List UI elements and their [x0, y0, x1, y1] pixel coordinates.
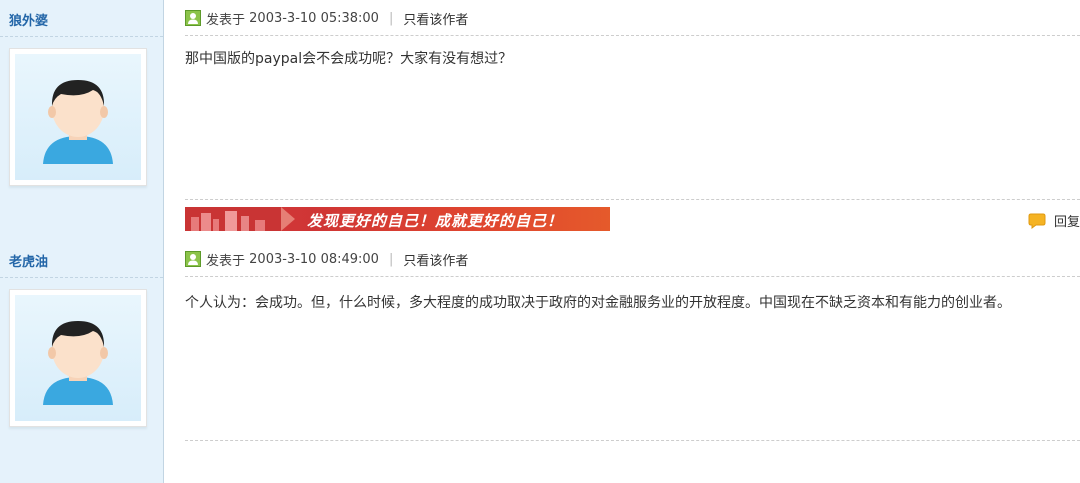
ad-banner[interactable]: 发现更好的自己！成就更好的自己！: [185, 207, 610, 231]
footer-divider: [185, 199, 1080, 200]
post-main: 发表于 2003-3-10 05:38:00 | 只看该作者 那中国版的payp…: [185, 0, 1080, 242]
user-online-icon: [185, 251, 201, 267]
meta-divider: |: [388, 251, 394, 267]
author-sidebar: 狼外婆: [0, 0, 164, 242]
author-link[interactable]: 老虎油: [9, 251, 48, 270]
post-1: 狼外婆 发表于 2003-3-10 05:38:00 | 只看该作者 那中国版的…: [0, 0, 1080, 242]
post-content: 个人认为：会成功。但，什么时候，多大程度的成功取决于政府的对金融服务业的开放程度…: [185, 295, 1011, 311]
reply-bubble-icon: [1028, 213, 1046, 229]
post-2: 老虎油 发表于 2003-3-10 08:49:00 | 只看该作者 个人认为：…: [0, 241, 1080, 483]
header-divider: [185, 35, 1080, 36]
author-sidebar: 老虎油: [0, 241, 164, 483]
post-content: 那中国版的paypal会不会成功呢？大家有没有想过？: [185, 51, 513, 67]
reply-label: 回复: [1054, 215, 1080, 230]
posted-prefix: 发表于: [206, 253, 246, 269]
default-avatar-icon: [15, 295, 141, 421]
post-meta: 发表于 2003-3-10 05:38:00 | 只看该作者: [185, 8, 468, 28]
sidebar-divider: [0, 36, 163, 37]
banner-arrow: [281, 207, 295, 231]
posted-prefix: 发表于: [206, 12, 246, 28]
banner-text: 发现更好的自己！成就更好的自己！: [307, 212, 564, 230]
view-author-only-link[interactable]: 只看该作者: [403, 250, 468, 269]
banner-graphic: [185, 207, 281, 231]
posted-time: 2003-3-10 08:49:00: [249, 251, 379, 267]
avatar[interactable]: [9, 289, 147, 427]
author-link[interactable]: 狼外婆: [9, 10, 48, 29]
meta-divider: |: [388, 10, 394, 26]
post-main: 发表于 2003-3-10 08:49:00 | 只看该作者 个人认为：会成功。…: [185, 241, 1080, 483]
reply-button[interactable]: 回复: [1028, 211, 1080, 230]
user-online-icon: [185, 10, 201, 26]
avatar[interactable]: [9, 48, 147, 186]
default-avatar-icon: [15, 54, 141, 180]
sidebar-divider: [0, 277, 163, 278]
view-author-only-link[interactable]: 只看该作者: [403, 9, 468, 28]
post-meta: 发表于 2003-3-10 08:49:00 | 只看该作者: [185, 249, 468, 269]
posted-time: 2003-3-10 05:38:00: [249, 10, 379, 26]
header-divider: [185, 276, 1080, 277]
footer-divider: [185, 440, 1080, 441]
